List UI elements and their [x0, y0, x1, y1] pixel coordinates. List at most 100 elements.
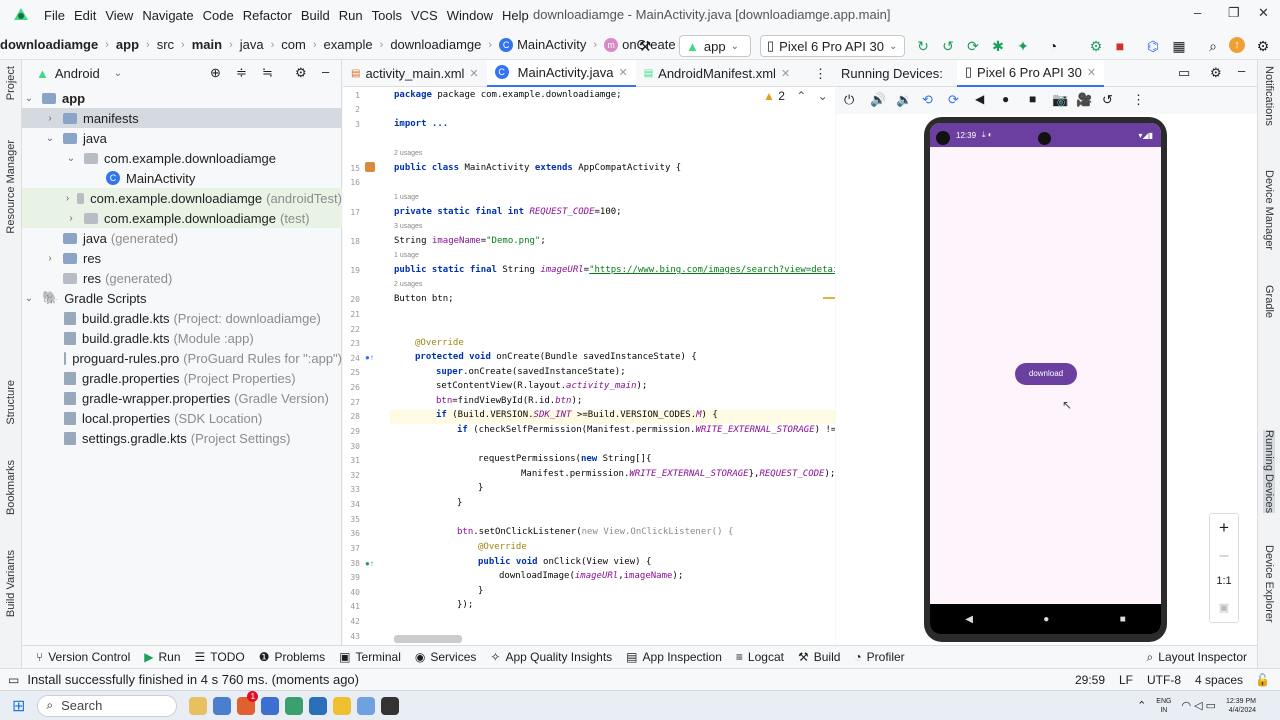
- store-icon[interactable]: [309, 696, 328, 715]
- browser-icon[interactable]: 1: [237, 690, 259, 715]
- edge-icon[interactable]: [285, 696, 304, 715]
- tree-node-settings-gradle[interactable]: settings.gradle.kts (Project Settings): [22, 428, 342, 448]
- tree-node-package-androidtest[interactable]: › com.example.downloadiamge (androidTest): [22, 188, 342, 208]
- attach-debugger-icon[interactable]: ⚙: [1087, 37, 1105, 55]
- download-button[interactable]: download: [1015, 363, 1077, 385]
- todo-tool[interactable]: ☰ TODO: [195, 650, 245, 664]
- chevron-down-icon[interactable]: ⌄: [818, 89, 828, 103]
- task-view-icon[interactable]: [213, 696, 232, 715]
- caret-position[interactable]: 29:59: [1075, 673, 1105, 687]
- teams-icon[interactable]: [261, 696, 280, 715]
- menu-refactor[interactable]: Refactor: [243, 8, 292, 23]
- language-indicator[interactable]: ENG IN: [1156, 697, 1171, 715]
- sdk-manager-icon[interactable]: ▦: [1170, 37, 1188, 55]
- close-tab-icon[interactable]: ✕: [1087, 66, 1096, 79]
- inherited-marker-icon[interactable]: [365, 162, 375, 172]
- stop-icon[interactable]: ■: [1111, 37, 1129, 55]
- project-view-select[interactable]: Android: [55, 66, 100, 81]
- menu-tools[interactable]: Tools: [372, 8, 402, 23]
- tab-android-manifest[interactable]: ▤ AndroidManifest.xml ✕: [636, 60, 798, 87]
- run-tool[interactable]: ▶ Run: [144, 650, 180, 664]
- profiler-icon[interactable]: ◔: [1044, 37, 1062, 55]
- tree-node-gradle-properties[interactable]: gradle.properties (Project Properties): [22, 368, 342, 388]
- chevron-right-icon[interactable]: ›: [43, 253, 57, 264]
- resource-manager-tool-tab[interactable]: Resource Manager: [5, 140, 17, 234]
- tree-node-gradle-wrapper[interactable]: gradle-wrapper.properties (Gradle Version…: [22, 388, 342, 408]
- override-marker-icon[interactable]: ●↑: [365, 353, 374, 362]
- back-icon[interactable]: ◀: [965, 614, 973, 625]
- menu-build[interactable]: Build: [301, 8, 330, 23]
- chevron-down-icon[interactable]: ⌄: [22, 93, 36, 104]
- breadcrumb-example[interactable]: example: [324, 37, 373, 52]
- update-icon[interactable]: ↑: [1229, 37, 1245, 53]
- file-explorer-icon[interactable]: [333, 696, 352, 715]
- gear-icon[interactable]: ⚙: [1210, 65, 1222, 81]
- more-options-icon[interactable]: ⋮: [1132, 92, 1145, 108]
- debug-alt-icon[interactable]: ✦: [1014, 37, 1032, 55]
- overview-icon[interactable]: ■: [1029, 92, 1036, 106]
- logcat-tool[interactable]: ≡ Logcat: [736, 650, 784, 664]
- inspection-widget[interactable]: ▲ 2 ⌃ ⌄: [763, 89, 828, 103]
- menu-run[interactable]: Run: [339, 8, 363, 23]
- bookmarks-tool-tab[interactable]: Bookmarks: [5, 460, 17, 515]
- breadcrumb-app[interactable]: app: [116, 37, 139, 52]
- tree-node-package-test[interactable]: › com.example.downloadiamge (test): [22, 208, 342, 228]
- app-inspection-tool[interactable]: ▤ App Inspection: [626, 650, 722, 664]
- video-icon[interactable]: 🎥: [1076, 92, 1092, 108]
- collapse-all-icon[interactable]: ≒: [262, 65, 273, 81]
- tree-node-build-gradle-project[interactable]: build.gradle.kts (Project: downloadiamge): [22, 308, 342, 328]
- zoom-in-icon[interactable]: +: [1210, 514, 1238, 541]
- indent-setting[interactable]: 4 spaces: [1195, 673, 1243, 687]
- lock-icon[interactable]: 🔓: [1255, 673, 1270, 687]
- usage-hint[interactable]: 2 usages: [394, 281, 422, 288]
- tree-node-java[interactable]: ⌄ java: [22, 128, 342, 148]
- menu-edit[interactable]: Edit: [74, 8, 96, 23]
- search-icon[interactable]: ⌕: [1204, 37, 1222, 55]
- taskbar-search[interactable]: ⌕ Search: [37, 694, 178, 717]
- device-manager-icon[interactable]: ⌬: [1144, 37, 1162, 55]
- implement-marker-icon[interactable]: ●↑: [365, 559, 374, 568]
- widgets-icon[interactable]: [189, 696, 208, 715]
- file-encoding[interactable]: UTF-8: [1147, 673, 1181, 687]
- back-icon[interactable]: ◀: [975, 92, 984, 106]
- menu-view[interactable]: View: [105, 8, 133, 23]
- maximize-icon[interactable]: ❐: [1228, 5, 1240, 21]
- chevron-up-icon[interactable]: ⌃: [796, 89, 806, 103]
- tree-node-local-properties[interactable]: local.properties (SDK Location): [22, 408, 342, 428]
- menu-navigate[interactable]: Navigate: [142, 8, 193, 23]
- menu-help[interactable]: Help: [502, 8, 529, 23]
- terminal-tool[interactable]: ▣ Terminal: [339, 650, 401, 664]
- device-explorer-tool-tab[interactable]: Device Explorer: [1263, 545, 1275, 623]
- project-tool-tab[interactable]: Project: [5, 66, 17, 100]
- more-tabs-icon[interactable]: ⋮: [814, 66, 827, 82]
- chevron-right-icon[interactable]: ›: [43, 113, 57, 124]
- fit-screen-icon[interactable]: ▣: [1210, 595, 1238, 622]
- home-icon[interactable]: ●: [1002, 92, 1009, 106]
- expand-all-icon[interactable]: ≑: [236, 65, 247, 81]
- android-studio-taskbar-icon[interactable]: [357, 696, 376, 715]
- device-screen[interactable]: 12:39 ⤓ ◐ ▾◢▮ download ◀ ● ■: [930, 123, 1161, 634]
- breadcrumb-com[interactable]: com: [281, 37, 306, 52]
- tree-node-manifests[interactable]: › manifests: [22, 108, 342, 128]
- close-icon[interactable]: ✕: [1258, 5, 1269, 21]
- tree-node-java-generated[interactable]: java (generated): [22, 228, 342, 248]
- rotate-right-icon[interactable]: ⟳: [948, 92, 959, 108]
- tree-node-app[interactable]: ⌄ app: [22, 88, 342, 108]
- tray-chevron-icon[interactable]: ⌃: [1137, 699, 1146, 712]
- hide-panel-icon[interactable]: –: [322, 64, 329, 79]
- device-manager-tool-tab[interactable]: Device Manager: [1263, 170, 1275, 250]
- camera-icon[interactable]: 📷: [1052, 92, 1068, 108]
- chevron-right-icon[interactable]: ›: [64, 193, 71, 204]
- rerun-icon[interactable]: ↻: [914, 37, 932, 55]
- menu-vcs[interactable]: VCS: [411, 8, 438, 23]
- tab-device[interactable]: ▯ Pixel 6 Pro API 30 ✕: [956, 59, 1105, 87]
- usage-hint[interactable]: 2 usages: [394, 150, 422, 157]
- structure-tool-tab[interactable]: Structure: [5, 380, 17, 425]
- usage-hint[interactable]: 1 usage: [394, 252, 419, 259]
- breadcrumb-class[interactable]: MainActivity: [517, 37, 586, 52]
- chevron-right-icon[interactable]: ›: [64, 213, 78, 224]
- locate-icon[interactable]: ⊕: [210, 65, 221, 81]
- clock[interactable]: 12:39 PM 4/4/2024: [1226, 697, 1256, 715]
- version-control-tool[interactable]: ⑂ Version Control: [36, 650, 130, 664]
- apply-code-changes-icon[interactable]: ⟳: [964, 37, 982, 55]
